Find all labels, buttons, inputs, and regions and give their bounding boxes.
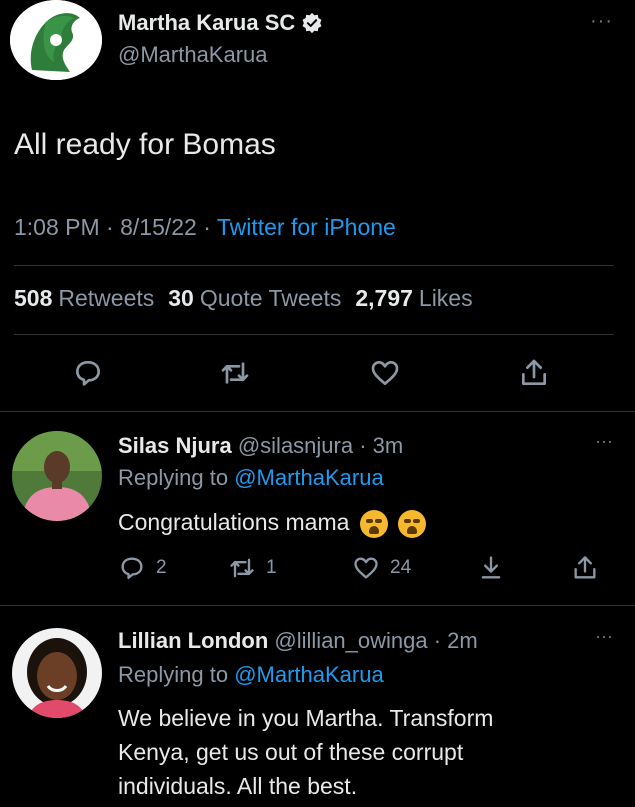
share-button[interactable] (517, 356, 551, 390)
reply-handle-time: @lillian_owinga · 2m (268, 628, 478, 653)
author-name[interactable]: Martha Karua SC (118, 10, 323, 36)
reply-tweet[interactable]: Lillian London @lillian_owinga · 2m ··· … (0, 606, 635, 807)
reply-author[interactable]: Silas Njura @silasnjura · 3m (118, 433, 403, 459)
verified-badge-icon (302, 12, 322, 34)
replying-to: Replying to @MarthaKarua (118, 662, 384, 687)
reply-button[interactable] (71, 356, 105, 390)
like-icon (371, 361, 399, 385)
more-options-icon[interactable]: ··· (595, 431, 613, 452)
share-icon (522, 359, 546, 385)
author-avatar[interactable] (10, 0, 102, 80)
share-button[interactable] (571, 554, 599, 582)
avatar[interactable] (12, 628, 102, 718)
tweet-timestamp[interactable]: 1:08 PM · 8/15/22 · (14, 214, 217, 240)
more-options-icon[interactable]: ··· (595, 626, 613, 647)
retweet-icon (230, 558, 254, 578)
likes-stat[interactable]: 2,797 Likes (355, 285, 472, 312)
reply-button[interactable]: 2 (118, 554, 167, 582)
tweet-source-link[interactable]: Twitter for iPhone (217, 214, 396, 240)
divider (14, 334, 614, 335)
more-options-icon[interactable]: ··· (590, 10, 613, 33)
mention-link[interactable]: @MarthaKarua (234, 662, 384, 687)
reply-icon (76, 361, 100, 386)
tweet-actions (0, 356, 635, 396)
avatar-photo (12, 628, 102, 718)
replying-to: Replying to @MarthaKarua (118, 465, 384, 490)
retweet-button[interactable]: 1 (228, 554, 277, 582)
tweet-stats: 508 Retweets 30 Quote Tweets 2,797 Likes (14, 285, 473, 312)
retweets-stat[interactable]: 508 Retweets (14, 285, 154, 312)
avatar-photo (12, 431, 102, 521)
like-button[interactable]: 24 (352, 554, 411, 582)
like-button[interactable] (368, 356, 402, 390)
avatar-logo-icon (10, 0, 102, 80)
reply-tweet[interactable]: Silas Njura @silasnjura · 3m ··· Replyin… (0, 411, 635, 606)
author-handle[interactable]: @MarthaKarua (118, 42, 268, 68)
crying-emoji-icon (359, 509, 388, 538)
tweet-meta: 1:08 PM · 8/15/22 · Twitter for iPhone (14, 214, 396, 241)
retweet-button[interactable] (218, 356, 252, 390)
like-count: 24 (390, 557, 412, 578)
share-icon (574, 556, 596, 579)
quote-tweets-stat[interactable]: 30 Quote Tweets (168, 285, 341, 312)
crying-emoji-icon (398, 509, 427, 538)
download-icon (481, 556, 501, 579)
download-button[interactable] (477, 554, 505, 582)
reply-author-name: Silas Njura (118, 433, 232, 458)
like-icon (354, 557, 378, 579)
tweet-header: Martha Karua SC @MarthaKarua ··· (0, 0, 635, 100)
tweet-text: All ready for Bomas (14, 128, 276, 161)
divider (14, 265, 614, 266)
reply-text: Congratulations mama (118, 505, 427, 539)
retweet-count: 1 (266, 557, 277, 578)
mention-link[interactable]: @MarthaKarua (234, 465, 384, 490)
avatar[interactable] (12, 431, 102, 521)
retweet-icon (221, 362, 249, 384)
reply-count: 2 (156, 557, 167, 578)
reply-text: We believe in you Martha. Transform Keny… (118, 705, 494, 799)
reply-author-name: Lillian London (118, 628, 269, 653)
reply-icon (121, 557, 143, 580)
reply-handle-time: @silasnjura · 3m (231, 433, 404, 458)
reply-author[interactable]: Lillian London @lillian_owinga · 2m (118, 628, 478, 654)
reply-actions: 2 1 24 (0, 554, 635, 588)
